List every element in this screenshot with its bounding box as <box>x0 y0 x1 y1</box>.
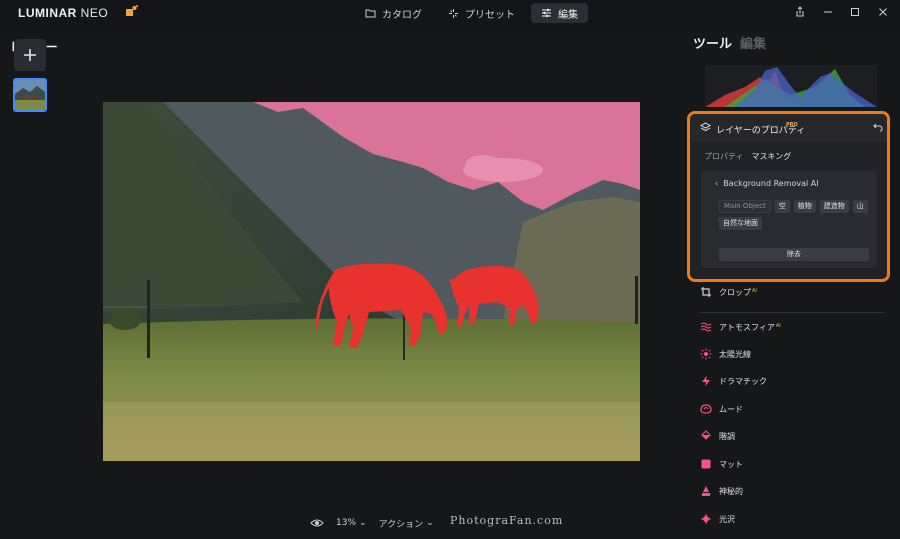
chip-sky[interactable]: 空 <box>774 200 790 213</box>
sun-rays-icon <box>700 348 712 360</box>
minimize-icon[interactable] <box>821 5 835 19</box>
tool-dramatic-label: ドラマチック <box>719 376 767 386</box>
tool-mystical[interactable]: 神秘的 <box>700 483 743 499</box>
eye-icon[interactable] <box>310 518 324 528</box>
photo-canvas[interactable] <box>103 102 640 461</box>
glow-sparkle-icon <box>700 513 712 525</box>
ai-badge: AI <box>775 322 781 329</box>
tool-tone-label: 階調 <box>719 431 735 441</box>
mode-catalog-label: カタログ <box>382 9 422 21</box>
tab-edit[interactable]: 編集 <box>740 33 766 52</box>
add-layer-button[interactable] <box>14 39 46 71</box>
extensions-puzzle-icon[interactable] <box>123 4 139 20</box>
layer-properties-header: レイヤーのプロパティ PRO <box>690 114 887 142</box>
watermark-text: PhotograFan.com <box>450 514 564 527</box>
tab-masking[interactable]: マスキング <box>752 151 792 162</box>
right-panel-tabs: ツール 編集 <box>693 33 766 52</box>
chip-main-object[interactable]: Main Object <box>719 200 771 213</box>
layer-properties-tabs: プロパティ マスキング <box>704 151 791 162</box>
histogram-graph <box>705 67 877 107</box>
sparkle-icon <box>449 8 458 18</box>
layer-thumbnail-image <box>15 80 45 110</box>
tool-mood-label: ムード <box>719 404 743 414</box>
remove-button[interactable]: 除去 <box>719 248 869 261</box>
title-bar: LUMINAR NEO カタログ プリセット 編集 <box>0 0 900 26</box>
background-removal-title: Background Removal AI <box>723 179 819 188</box>
mode-edit[interactable]: 編集 <box>531 3 588 23</box>
chip-buildings[interactable]: 建造物 <box>819 200 849 213</box>
undo-icon[interactable] <box>873 122 883 132</box>
mask-category-chips: Main Object 空 植物 建造物 山 自然な地面 <box>719 200 869 230</box>
pro-badge: PRO <box>786 122 798 128</box>
ai-badge: AI <box>752 287 757 294</box>
tool-matte-label: マット <box>719 459 743 469</box>
tab-tools[interactable]: ツール <box>693 33 732 52</box>
chevron-left-icon: ‹ <box>715 179 719 188</box>
matte-square-icon <box>701 459 711 469</box>
mode-catalog[interactable]: カタログ <box>355 3 432 23</box>
logo-luminar: LUMINAR <box>18 6 77 20</box>
chevron-down-icon: ⌄ <box>426 518 434 528</box>
photo-image <box>103 102 640 461</box>
tool-mood[interactable]: ムード <box>700 401 743 417</box>
sliders-icon <box>542 8 551 18</box>
maximize-icon[interactable] <box>848 5 862 19</box>
background-removal-back[interactable]: ‹ Background Removal AI <box>715 179 819 188</box>
app-logo: LUMINAR NEO <box>18 6 108 20</box>
zoom-value: 13% <box>336 518 357 528</box>
mystical-icon <box>702 486 710 496</box>
chevron-down-icon: ⌄ <box>359 518 367 528</box>
mode-presets-label: プリセット <box>465 9 515 21</box>
layer-thumbnail[interactable] <box>13 78 47 112</box>
tool-tone[interactable]: 階調 <box>700 428 735 444</box>
layers-icon <box>700 122 711 132</box>
tool-glow-label: 光沢 <box>719 514 735 524</box>
tools-divider <box>700 312 884 313</box>
tool-sun-rays-label: 太陽光線 <box>719 349 751 359</box>
chip-mountains[interactable]: 山 <box>852 200 868 213</box>
tool-sun-rays[interactable]: 太陽光線 <box>700 346 751 362</box>
share-icon[interactable] <box>793 5 807 19</box>
lightning-icon <box>702 375 710 387</box>
actions-dropdown[interactable]: アクション ⌄ <box>379 517 434 530</box>
tool-atmosphere-label: アトモスフィア <box>719 322 775 332</box>
tab-properties[interactable]: プロパティ <box>704 151 744 162</box>
chip-natural-ground[interactable]: 自然な地面 <box>719 217 762 230</box>
zoom-dropdown[interactable]: 13% ⌄ <box>336 518 367 528</box>
bottom-bar: 13% ⌄ アクション ⌄ <box>310 514 434 532</box>
histogram <box>705 65 877 107</box>
crop-icon <box>701 287 711 297</box>
tool-mystical-label: 神秘的 <box>719 486 743 496</box>
layer-properties-panel: レイヤーのプロパティ PRO プロパティ マスキング ‹ Background … <box>687 111 890 282</box>
tool-glow[interactable]: 光沢 <box>700 511 735 527</box>
tool-crop[interactable]: クロップAI <box>700 284 757 300</box>
mode-presets[interactable]: プリセット <box>438 3 525 23</box>
tool-matte[interactable]: マット <box>700 456 743 472</box>
tool-crop-label: クロップ <box>719 287 751 297</box>
mode-edit-label: 編集 <box>558 9 578 21</box>
chip-plants[interactable]: 植物 <box>793 200 816 213</box>
actions-label: アクション <box>378 519 424 530</box>
atmosphere-icon <box>700 322 712 332</box>
background-removal-box: ‹ Background Removal AI Main Object 空 植物… <box>701 170 877 268</box>
plus-icon <box>24 49 36 61</box>
mode-switcher: カタログ プリセット 編集 <box>355 3 588 23</box>
tool-atmosphere[interactable]: アトモスフィアAI <box>700 319 781 335</box>
folder-icon <box>365 9 376 18</box>
mood-icon <box>700 404 712 414</box>
logo-neo: NEO <box>80 6 109 20</box>
tool-dramatic[interactable]: ドラマチック <box>700 373 767 389</box>
paint-bucket-icon <box>701 430 711 440</box>
close-icon[interactable] <box>876 5 890 19</box>
